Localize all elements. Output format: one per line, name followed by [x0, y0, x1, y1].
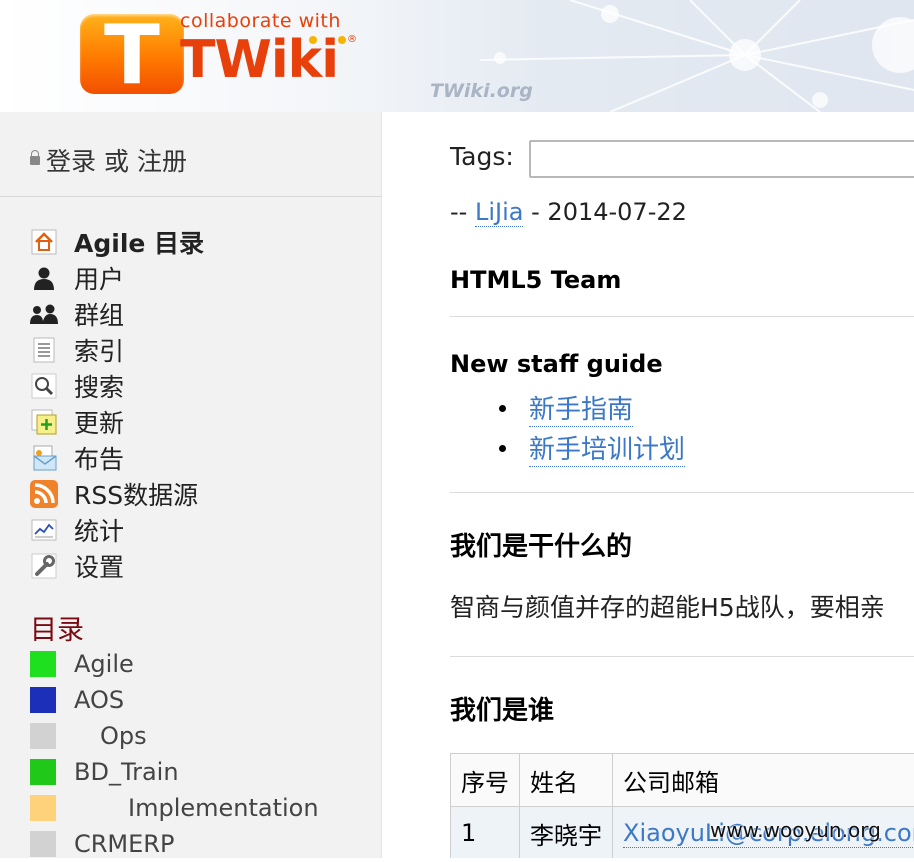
- notify-icon: [30, 444, 58, 472]
- nav-item-web-home[interactable]: Agile 目录: [30, 224, 204, 260]
- team-heading: HTML5 Team: [450, 266, 621, 294]
- category-item-implementation[interactable]: Implementation: [30, 790, 319, 826]
- watermark-text: www.wooyun.org: [710, 818, 881, 842]
- category-item-ops[interactable]: Ops: [30, 718, 319, 754]
- register-link[interactable]: 注册: [137, 147, 187, 176]
- nav-item-label: 群组: [74, 296, 124, 332]
- table-cell-name: 李晓宇: [520, 807, 613, 859]
- nav-item-groups[interactable]: 群组: [30, 296, 204, 332]
- category-color-swatch: [30, 651, 56, 677]
- nav-item-statistics[interactable]: 统计: [30, 512, 204, 548]
- twiki-logo-icon[interactable]: T: [80, 14, 184, 94]
- categories-title: 目录: [30, 608, 84, 647]
- logo-tagline: collaborate with: [180, 10, 341, 32]
- category-label: BD_Train: [74, 758, 179, 786]
- lock-icon: [30, 156, 40, 165]
- bullet: [499, 445, 506, 452]
- nav-item-label: RSS数据源: [74, 476, 198, 512]
- guide-link-list: 新手指南 新手培训计划: [499, 388, 685, 468]
- category-color-swatch: [30, 759, 56, 785]
- nav-item-label: 布告: [74, 440, 124, 476]
- category-item-bd-train[interactable]: BD_Train: [30, 754, 319, 790]
- section-divider: [450, 316, 914, 317]
- category-item-agile[interactable]: Agile: [30, 646, 319, 682]
- table-header-name[interactable]: 姓名: [520, 754, 613, 807]
- nav-item-users[interactable]: 用户: [30, 260, 204, 296]
- statistics-icon: [30, 516, 58, 544]
- nav-item-index[interactable]: 索引: [30, 332, 204, 368]
- nav-item-label: 统计: [74, 512, 124, 548]
- category-color-swatch: [30, 795, 56, 821]
- byline-date: 2014-07-22: [547, 198, 686, 226]
- wrench-icon: [30, 552, 58, 580]
- site-header: T collaborate with TWiki ® TWiki.org: [0, 0, 914, 112]
- nav-item-label: 设置: [74, 548, 124, 584]
- tags-input[interactable]: [529, 140, 914, 178]
- main-content: Tags: -- LiJia - 2014-07-22 HTML5 Team N…: [382, 112, 914, 858]
- user-icon: [30, 264, 58, 292]
- guide-link-newbie[interactable]: 新手指南: [529, 389, 633, 427]
- guide-link-training-plan[interactable]: 新手培训计划: [529, 429, 685, 467]
- categories-list: Agile AOS Ops BD_Train Implementation CR…: [30, 646, 319, 862]
- nav-item-label: 用户: [74, 260, 124, 296]
- nav-item-notify[interactable]: 布告: [30, 440, 204, 476]
- logo-letter: T: [80, 8, 184, 103]
- login-or-text: 或: [104, 147, 129, 176]
- left-sidebar: 登录 或 注册 Agile 目录 用户 群组 索引: [0, 112, 382, 858]
- logo-registered-mark: ®: [347, 34, 357, 45]
- guide-list-item: 新手培训计划: [499, 428, 685, 468]
- category-color-swatch: [30, 687, 56, 713]
- logo-dot: [338, 36, 346, 44]
- login-bar: 登录 或 注册: [30, 142, 187, 178]
- category-item-crmerp[interactable]: CRMERP: [30, 826, 319, 862]
- section-divider: [450, 492, 914, 493]
- nav-item-preferences[interactable]: 设置: [30, 548, 204, 584]
- who-we-are-heading: 我们是谁: [450, 690, 554, 727]
- table-header-row: 序号 姓名 公司邮箱: [451, 754, 914, 807]
- nav-item-label: 索引: [74, 332, 124, 368]
- category-label: AOS: [74, 686, 124, 714]
- category-label: Agile: [74, 650, 134, 678]
- bullet: [499, 405, 506, 412]
- category-item-aos[interactable]: AOS: [30, 682, 319, 718]
- guide-list-item: 新手指南: [499, 388, 685, 428]
- what-we-do-heading: 我们是干什么的: [450, 526, 632, 563]
- changes-icon: [30, 408, 58, 436]
- sidebar-divider: [0, 196, 381, 197]
- logo-dot: [309, 36, 317, 44]
- index-icon: [30, 336, 58, 364]
- search-icon: [30, 372, 58, 400]
- byline: -- LiJia - 2014-07-22: [450, 198, 687, 226]
- web-nav-list: Agile 目录 用户 群组 索引 搜索: [30, 224, 204, 584]
- category-label: Ops: [74, 722, 147, 750]
- category-color-swatch: [30, 831, 56, 857]
- table-header-email[interactable]: 公司邮箱: [613, 754, 914, 807]
- byline-prefix: --: [450, 198, 467, 226]
- home-icon: [30, 228, 58, 256]
- login-link[interactable]: 登录: [46, 147, 96, 176]
- nav-item-search[interactable]: 搜索: [30, 368, 204, 404]
- guide-heading: New staff guide: [450, 350, 663, 378]
- rss-icon: [30, 480, 58, 508]
- table-cell-num: 1: [451, 807, 520, 859]
- nav-item-label: Agile 目录: [74, 224, 204, 260]
- group-icon: [30, 300, 58, 328]
- category-color-swatch: [30, 723, 56, 749]
- author-link[interactable]: LiJia: [475, 198, 524, 227]
- site-url-text[interactable]: TWiki.org: [430, 80, 533, 102]
- byline-separator: -: [531, 198, 540, 226]
- what-we-do-text: 智商与颜值并存的超能H5战队，要相亲: [450, 588, 885, 624]
- table-header-num[interactable]: 序号: [451, 754, 520, 807]
- nav-item-rss[interactable]: RSS数据源: [30, 476, 204, 512]
- nav-item-label: 更新: [74, 404, 124, 440]
- staff-table: 序号 姓名 公司邮箱 1 李晓宇 XiaoyuLi@corp.elong.com: [450, 753, 914, 858]
- category-label: CRMERP: [74, 830, 174, 858]
- category-label: Implementation: [74, 794, 319, 822]
- nav-item-label: 搜索: [74, 368, 124, 404]
- nav-item-changes[interactable]: 更新: [30, 404, 204, 440]
- section-divider: [450, 656, 914, 657]
- tags-label: Tags:: [450, 142, 514, 171]
